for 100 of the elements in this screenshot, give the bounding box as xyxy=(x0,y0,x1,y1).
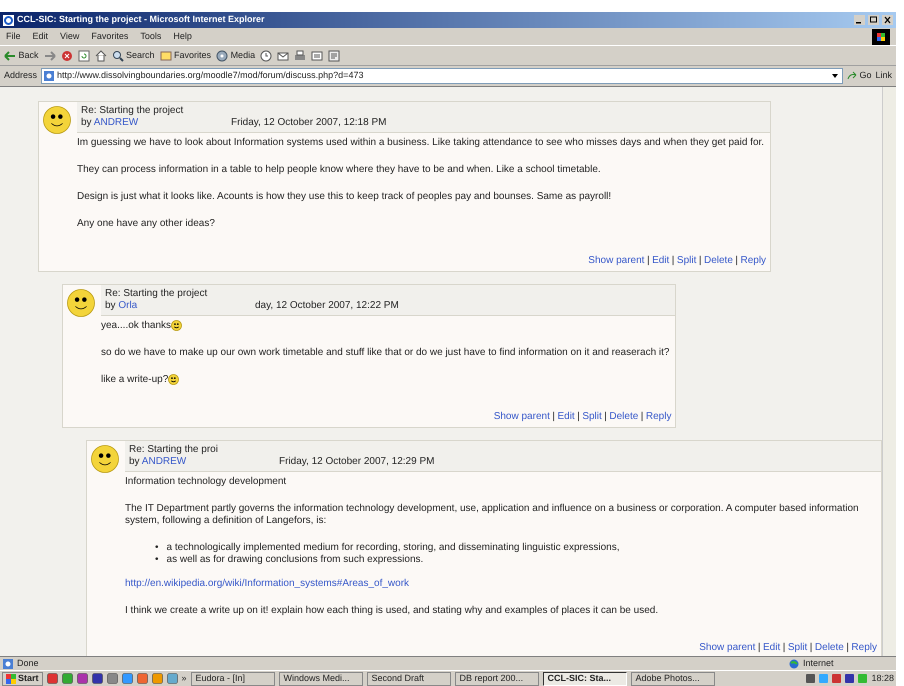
start-button[interactable]: Start xyxy=(2,672,43,686)
menu-item[interactable]: File xyxy=(6,30,21,44)
app-launch-icon[interactable] xyxy=(166,673,178,684)
app-launch-icon[interactable] xyxy=(46,673,58,684)
post-action-link[interactable]: Delete xyxy=(609,411,638,422)
post-action-link[interactable]: Show parent xyxy=(494,411,550,422)
post-action-link[interactable]: Split xyxy=(788,642,808,654)
post-action-link[interactable]: Reply xyxy=(740,255,766,266)
toolbar-button[interactable]: Media xyxy=(216,48,256,62)
author-link[interactable]: ANDREW xyxy=(142,456,186,468)
globe-icon xyxy=(789,658,799,668)
app-launch-icon[interactable] xyxy=(62,673,73,684)
post-action-link[interactable]: Edit xyxy=(763,642,780,654)
smiley-avatar-icon xyxy=(67,289,95,317)
post-action-link[interactable]: Show parent xyxy=(699,642,756,654)
separator: | xyxy=(672,255,674,266)
separator: | xyxy=(552,411,555,422)
search-icon xyxy=(112,50,124,62)
author-link[interactable]: Orla xyxy=(118,300,138,311)
app-launch-icon[interactable] xyxy=(76,673,88,684)
app-launch-icon[interactable] xyxy=(106,673,118,684)
taskbar-button[interactable]: Windows Medi... xyxy=(278,672,363,686)
post-date: Friday, 12 October 2007, 12:29 PM xyxy=(279,456,434,468)
post-action-link[interactable]: Edit xyxy=(557,411,575,422)
ie-logo-icon xyxy=(3,14,14,26)
windows-flag-icon xyxy=(6,674,16,684)
minimize-icon[interactable] xyxy=(854,15,865,25)
refresh-icon[interactable] xyxy=(78,50,90,62)
post-action-link[interactable]: Split xyxy=(582,411,602,422)
post-action-link[interactable]: Reply xyxy=(851,642,877,654)
bullet-item: as well as for drawing conclusions from such expressions. xyxy=(166,554,424,566)
post-text: yea....ok thanks xyxy=(101,320,172,332)
stop-icon[interactable] xyxy=(60,50,73,62)
go-arrow-icon xyxy=(846,71,857,81)
app-launch-icon[interactable] xyxy=(136,673,148,684)
separator: | xyxy=(577,411,580,422)
post-action-link[interactable]: Show parent xyxy=(588,255,644,266)
post-text: The IT Department partly governs the information technology development, use, application and influence on a business or corporation. A computer based information system, following a definition of Langefors, is: xyxy=(125,503,859,526)
taskbar-button[interactable]: CCL-SIC: Sta... xyxy=(542,672,627,686)
maximize-icon[interactable] xyxy=(868,15,879,25)
taskbar-button[interactable]: Second Draft xyxy=(366,672,451,686)
post-subject: Re: Starting the project xyxy=(105,288,208,300)
byline-label: by xyxy=(105,300,116,311)
app-launch-icon[interactable] xyxy=(92,673,103,684)
separator: | xyxy=(782,642,786,654)
post-text: Im guessing we have to look about Information systems used within a business. Like taking attendance to see who misses days and when they get paid for. xyxy=(77,137,764,148)
menu-item[interactable]: Favorites xyxy=(91,30,128,44)
post-text: They can process information in a table to help people know where they have to be and when. Like a school timetable. xyxy=(77,164,601,175)
app-launch-icon[interactable] xyxy=(122,673,133,684)
separator: | xyxy=(604,411,607,422)
menu-item[interactable]: View xyxy=(60,30,80,44)
bullet-marker: • xyxy=(155,554,159,566)
menu-item[interactable]: Edit xyxy=(32,30,48,44)
window-title: CCL-SIC: Starting the project - Microsoft Internet Explorer xyxy=(17,13,266,26)
post-action-link[interactable]: Delete xyxy=(704,255,733,266)
windows-flag-icon xyxy=(872,28,890,44)
taskbar-button[interactable]: DB report 200... xyxy=(454,672,539,686)
toolbar-button[interactable]: Search xyxy=(112,48,155,62)
document-icon[interactable] xyxy=(311,50,324,62)
menu-item[interactable]: Tools xyxy=(140,30,162,44)
separator: | xyxy=(698,255,702,266)
post-text: so do we have to make up our own work timetable and stuff like that or do we just have to find information on it and reaserach it? xyxy=(101,347,670,358)
app-launch-icon[interactable] xyxy=(152,673,163,684)
menu-item[interactable]: Help xyxy=(173,30,192,44)
post-text: Information technology development xyxy=(125,476,286,488)
byline-label: by xyxy=(81,117,92,128)
status-text: Done xyxy=(17,656,40,670)
post-action-link[interactable]: Delete xyxy=(814,642,844,654)
smiley-avatar-icon xyxy=(91,445,119,474)
post-action-link[interactable]: Reply xyxy=(646,411,672,422)
taskbar-button[interactable]: Adobe Photos... xyxy=(630,672,715,686)
separator: | xyxy=(810,642,812,654)
toolbar-button[interactable]: Back xyxy=(4,48,39,62)
page-icon xyxy=(44,71,54,81)
separator: | xyxy=(846,642,849,654)
more-button[interactable]: » xyxy=(182,672,187,686)
author-link[interactable]: ANDREW xyxy=(94,117,138,128)
post-subject: Re: Starting the project xyxy=(81,105,184,117)
post-text: Any one have any other ideas? xyxy=(77,218,215,229)
clock-icon[interactable] xyxy=(260,50,272,62)
print-icon[interactable] xyxy=(294,50,306,62)
url-link[interactable]: http://en.wikipedia.org/wiki/Information_systems#Areas_of_work xyxy=(125,578,410,590)
smiley-avatar-icon xyxy=(43,106,71,134)
address-field[interactable]: http://www.dissolvingboundaries.org/moodle7/mod/forum/discuss.php?d=473 xyxy=(41,68,843,84)
mail-icon[interactable] xyxy=(277,50,290,62)
media-disc-icon xyxy=(216,50,228,62)
links-button[interactable]: Link xyxy=(875,69,892,83)
zone-text: Internet xyxy=(803,656,835,670)
toolbar-button[interactable]: Favorites xyxy=(160,48,212,62)
post-action-link[interactable]: Split xyxy=(676,255,696,266)
home-icon[interactable] xyxy=(94,50,107,62)
post-date: day, 12 October 2007, 12:22 PM xyxy=(255,300,399,312)
notepad-icon[interactable] xyxy=(328,50,340,62)
close-icon[interactable] xyxy=(882,15,893,25)
address-label: Address xyxy=(4,69,38,82)
post-text: like a write-up? xyxy=(101,374,168,386)
go-button[interactable]: Go xyxy=(846,69,872,83)
post-action-link[interactable]: Edit xyxy=(652,255,670,266)
taskbar-button[interactable]: Eudora - [In] xyxy=(190,672,275,686)
separator: | xyxy=(758,642,760,654)
